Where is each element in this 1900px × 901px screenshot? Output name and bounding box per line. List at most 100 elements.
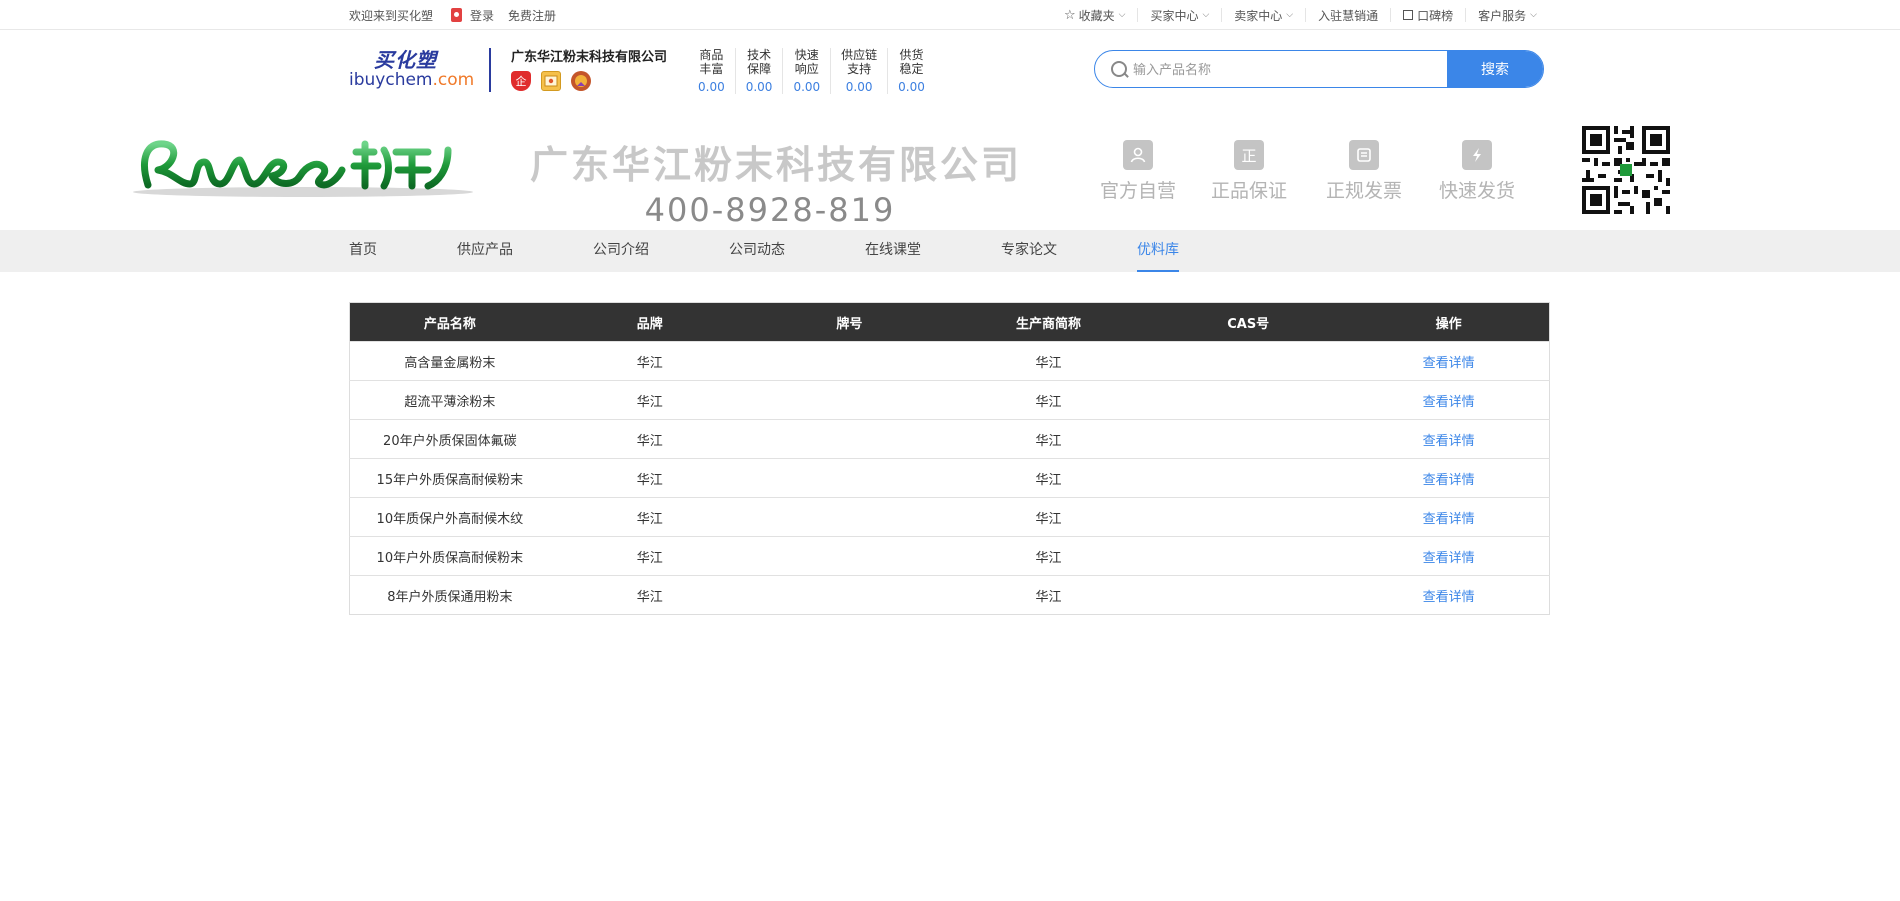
site-header: 买化塑 ibuychem.com 广东华江粉末科技有限公司 企 商品 丰富 0.0… bbox=[349, 30, 1549, 110]
table-header-row: 产品名称 品牌 牌号 生产商简称 CAS号 操作 bbox=[349, 302, 1550, 342]
login-label: 登录 bbox=[470, 8, 495, 23]
cell-cas bbox=[1148, 419, 1349, 459]
cell-brand: 华江 bbox=[549, 341, 750, 381]
col-header-maker: 生产商简称 bbox=[948, 302, 1149, 342]
cell-grade bbox=[749, 458, 949, 498]
score-item: 技术 保障 0.00 bbox=[734, 48, 783, 94]
cell-grade bbox=[749, 341, 949, 381]
cell-maker: 华江 bbox=[948, 536, 1149, 576]
view-details-link[interactable]: 查看详情 bbox=[1348, 536, 1550, 576]
zheng-icon: 正 bbox=[1234, 140, 1264, 170]
ranking-link[interactable]: 口碑榜 bbox=[1390, 8, 1465, 23]
col-header-name: 产品名称 bbox=[349, 302, 550, 342]
cell-product-name: 20年户外质保固体氟碳 bbox=[349, 419, 550, 459]
cell-brand: 华江 bbox=[549, 497, 750, 537]
feature-official: 官方自营 bbox=[1093, 140, 1183, 203]
register-link[interactable]: 免费注册 bbox=[508, 7, 556, 24]
cell-brand: 华江 bbox=[549, 458, 750, 498]
shop-banner: 广东华江粉末科技有限公司 400-8928-819 官方自营 正 正品保证 正规… bbox=[0, 110, 1900, 230]
logo-cn-text: 买化塑 bbox=[374, 48, 437, 72]
company-name: 广东华江粉末科技有限公司 bbox=[511, 50, 668, 65]
cell-grade bbox=[749, 575, 949, 615]
cell-brand: 华江 bbox=[549, 419, 750, 459]
cell-cas bbox=[1148, 380, 1349, 420]
invoice-icon bbox=[1349, 140, 1379, 170]
site-logo[interactable]: 买化塑 ibuychem.com bbox=[349, 44, 474, 94]
view-details-link[interactable]: 查看详情 bbox=[1348, 575, 1550, 615]
cell-grade bbox=[749, 536, 949, 576]
cell-brand: 华江 bbox=[549, 380, 750, 420]
nav-item-home[interactable]: 首页 bbox=[349, 230, 377, 272]
cell-maker: 华江 bbox=[948, 458, 1149, 498]
table-row: 20年户外质保固体氟碳 华江 华江 查看详情 bbox=[349, 419, 1550, 459]
cell-cas bbox=[1148, 497, 1349, 537]
score-panel: 商品 丰富 0.00 技术 保障 0.00 快速 响应 0.00 供应链 支持 0.00… bbox=[698, 48, 935, 94]
table-row: 10年户外质保高耐候粉末 华江 华江 查看详情 bbox=[349, 536, 1550, 576]
feature-invoice: 正规发票 bbox=[1319, 140, 1409, 203]
certificate-badge-icon bbox=[541, 71, 561, 91]
company-info: 广东华江粉末科技有限公司 企 bbox=[511, 46, 667, 91]
ranking-label: 口碑榜 bbox=[1417, 8, 1454, 23]
col-header-brand: 品牌 bbox=[549, 302, 750, 342]
score-item: 供货 稳定 0.00 bbox=[887, 48, 935, 94]
cell-cas bbox=[1148, 575, 1349, 615]
cell-grade bbox=[749, 380, 949, 420]
score-value: 0.00 bbox=[793, 80, 821, 94]
cell-maker: 华江 bbox=[948, 575, 1149, 615]
square-icon bbox=[1403, 10, 1414, 20]
cell-cas bbox=[1148, 536, 1349, 576]
user-icon bbox=[451, 8, 463, 22]
cell-grade bbox=[749, 419, 949, 459]
logo-divider bbox=[489, 48, 491, 92]
search-input[interactable] bbox=[1133, 51, 1447, 87]
nav-item-courses[interactable]: 在线课堂 bbox=[865, 230, 921, 272]
table-row: 高含量金属粉末 华江 华江 查看详情 bbox=[349, 341, 1550, 381]
cell-grade bbox=[749, 497, 949, 537]
nav-item-news[interactable]: 公司动态 bbox=[729, 230, 785, 272]
cell-maker: 华江 bbox=[948, 419, 1149, 459]
join-link[interactable]: 入驻慧销通 bbox=[1305, 8, 1390, 23]
login-link[interactable]: 登录 bbox=[451, 7, 494, 24]
seller-center-menu[interactable]: 卖家中心 ⌵ bbox=[1221, 8, 1305, 23]
service-menu[interactable]: 客户服务 ⌵ bbox=[1465, 8, 1549, 23]
banner-title: 广东华江粉末科技有限公司 400-8928-819 bbox=[530, 134, 1019, 229]
score-item: 商品 丰富 0.00 bbox=[698, 48, 725, 94]
cell-maker: 华江 bbox=[948, 497, 1149, 537]
nav-item-papers[interactable]: 专家论文 bbox=[1001, 230, 1057, 272]
cell-product-name: 高含量金属粉末 bbox=[349, 341, 550, 381]
cell-product-name: 超流平薄涂粉末 bbox=[349, 380, 550, 420]
favorites-menu[interactable]: ☆ 收藏夹 ⌵ bbox=[1052, 8, 1138, 23]
chevron-down-icon: ⌵ bbox=[1286, 10, 1294, 20]
score-value: 0.00 bbox=[745, 80, 773, 94]
user-icon bbox=[1123, 140, 1153, 170]
nav-item-about[interactable]: 公司介绍 bbox=[593, 230, 649, 272]
cell-maker: 华江 bbox=[948, 341, 1149, 381]
join-label: 入驻慧销通 bbox=[1318, 8, 1379, 23]
score-value: 0.00 bbox=[698, 80, 725, 94]
shop-nav: 首页 供应产品 公司介绍 公司动态 在线课堂 专家论文 优料库 bbox=[0, 230, 1900, 272]
nav-item-products[interactable]: 供应产品 bbox=[457, 230, 513, 272]
view-details-link[interactable]: 查看详情 bbox=[1348, 419, 1550, 459]
view-details-link[interactable]: 查看详情 bbox=[1348, 341, 1550, 381]
search-button[interactable]: 搜索 bbox=[1447, 51, 1543, 87]
chevron-down-icon: ⌵ bbox=[1530, 10, 1537, 20]
cell-product-name: 8年户外质保通用粉末 bbox=[349, 575, 550, 615]
welcome-text: 欢迎来到买化塑 bbox=[349, 8, 434, 23]
score-value: 0.00 bbox=[845, 80, 873, 94]
search-icon bbox=[1095, 51, 1133, 87]
banner-phone: 400-8928-819 bbox=[644, 191, 896, 229]
col-header-action: 操作 bbox=[1348, 302, 1550, 342]
nav-item-material-library[interactable]: 优料库 bbox=[1137, 230, 1179, 272]
seller-center-label: 卖家中心 bbox=[1234, 8, 1283, 23]
chevron-down-icon: ⌵ bbox=[1202, 10, 1210, 20]
table-row: 超流平薄涂粉末 华江 华江 查看详情 bbox=[349, 380, 1550, 420]
lightning-icon bbox=[1462, 140, 1492, 170]
score-value: 0.00 bbox=[898, 80, 925, 94]
view-details-link[interactable]: 查看详情 bbox=[1348, 497, 1550, 537]
view-details-link[interactable]: 查看详情 bbox=[1348, 380, 1550, 420]
view-details-link[interactable]: 查看详情 bbox=[1348, 458, 1550, 498]
cell-cas bbox=[1148, 341, 1349, 381]
table-row: 15年户外质保高耐候粉末 华江 华江 查看详情 bbox=[349, 458, 1550, 498]
qr-code-icon bbox=[1582, 126, 1670, 214]
buyer-center-menu[interactable]: 买家中心 ⌵ bbox=[1137, 8, 1221, 23]
